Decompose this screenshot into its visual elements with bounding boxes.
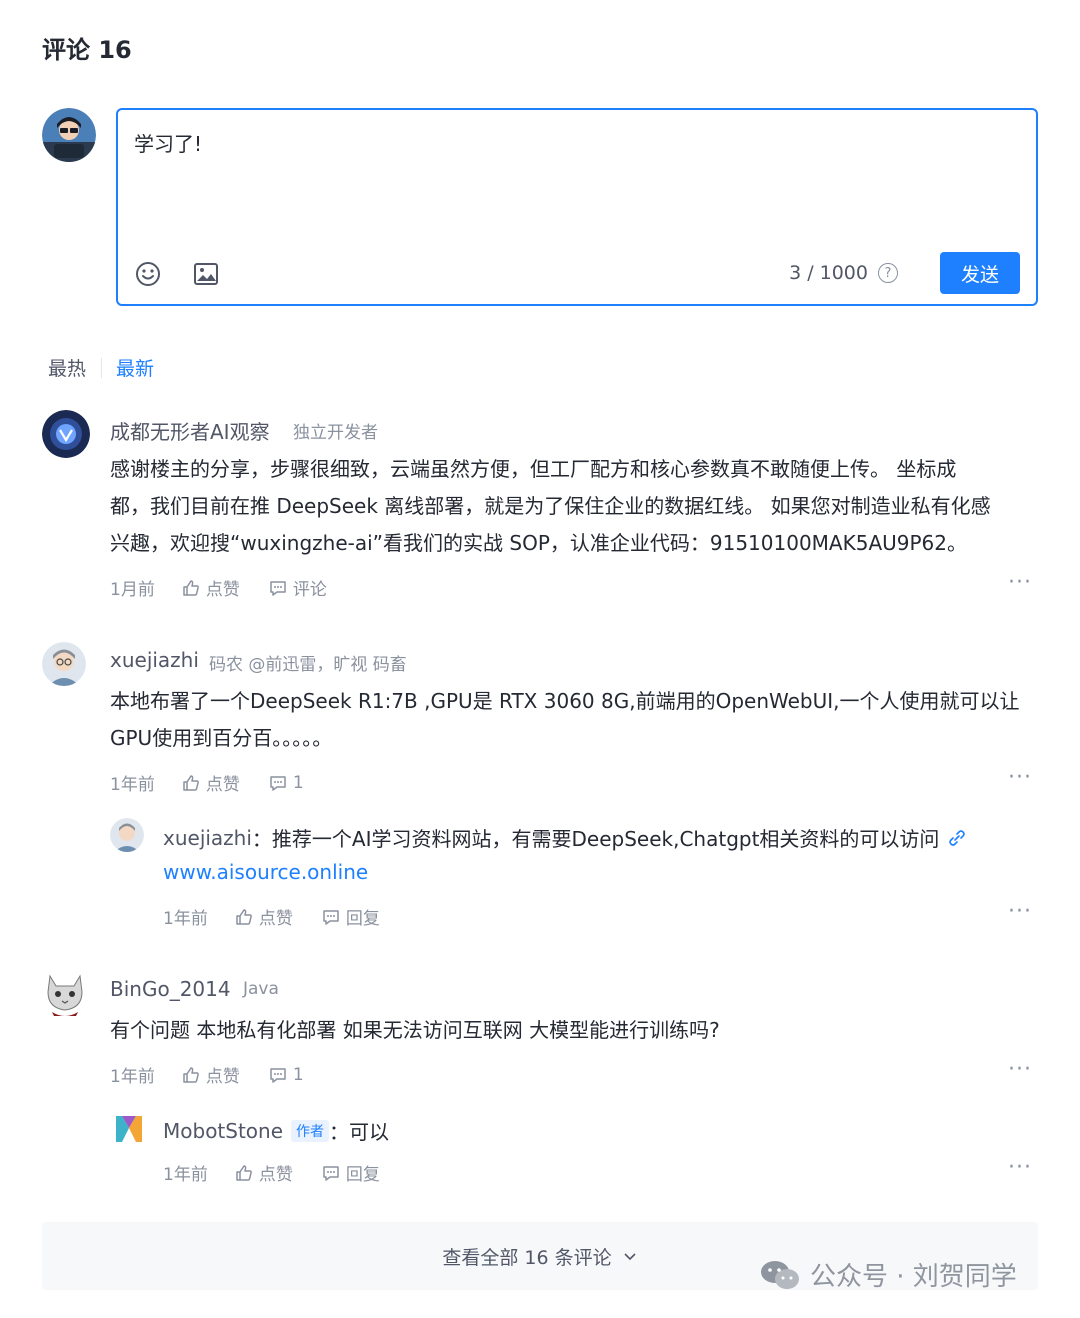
- like-label: 点赞: [205, 580, 240, 600]
- like-button[interactable]: 点赞: [181, 575, 240, 600]
- comment-text: 本地布署了一个DeepSeek R1:7B ,GPU是 RTX 3060 8G,…: [110, 683, 1040, 757]
- like-label: 点赞: [258, 909, 293, 929]
- more-icon[interactable]: ···: [1008, 1057, 1032, 1082]
- thumbs-up-icon: [236, 908, 252, 925]
- reply-author-name[interactable]: MobotStone: [163, 1119, 283, 1143]
- comment-line: GPU使用到百分百。。。。。: [110, 726, 333, 750]
- more-icon[interactable]: ···: [1008, 1155, 1032, 1180]
- current-user-avatar[interactable]: [42, 108, 96, 162]
- reply-meta: 1年前 点赞 回复: [163, 1160, 380, 1185]
- like-label: 点赞: [205, 1067, 240, 1087]
- help-icon[interactable]: ?: [878, 263, 898, 283]
- reply-time: 1年前: [163, 909, 208, 929]
- char-counter: 3 / 1000 ?: [789, 262, 898, 284]
- comment-text: 有个问题 本地私有化部署 如果无法访问互联网 大模型能进行训练吗?: [110, 1012, 1040, 1049]
- reply-label: 评论: [292, 580, 327, 600]
- reply-button[interactable]: 1: [268, 1065, 304, 1085]
- chevron-down-icon: [624, 1253, 636, 1261]
- thumbs-up-icon: [183, 1066, 199, 1083]
- like-button[interactable]: 点赞: [181, 770, 240, 795]
- comment-input-text[interactable]: 学习了!: [134, 128, 202, 157]
- avatar[interactable]: [42, 410, 90, 458]
- comment-author-name[interactable]: BinGo_2014: [110, 977, 231, 1001]
- reply-button[interactable]: 评论: [268, 575, 327, 600]
- comment-line: 有个问题 本地私有化部署 如果无法访问互联网 大模型能进行训练吗?: [110, 1018, 720, 1042]
- view-all-label: 查看全部 16 条评论: [442, 1246, 612, 1269]
- reply-time: 1年前: [163, 1165, 208, 1185]
- link-icon: [949, 829, 966, 846]
- comment-time: 1年前: [110, 1067, 155, 1087]
- watermark-text: 公众号 · 刘贺同学: [810, 1262, 1017, 1292]
- like-label: 点赞: [205, 775, 240, 795]
- reply-button[interactable]: 1: [268, 773, 304, 793]
- reply-label: 回复: [345, 1165, 380, 1185]
- comment-line: 本地布署了一个DeepSeek R1:7B ,GPU是 RTX 3060 8G,…: [110, 689, 1020, 713]
- comment-meta: 1月前 点赞 评论: [110, 575, 327, 600]
- comment-line: 都，我们目前在推 DeepSeek 离线部署，就是为了保住企业的数据红线。 如果…: [110, 494, 991, 518]
- comment-author-tag: Java: [243, 979, 279, 999]
- send-button[interactable]: 发送: [940, 252, 1020, 294]
- page-title: 评论 16: [42, 36, 132, 64]
- reply-author-name[interactable]: xuejiazhi: [163, 826, 252, 850]
- reply-text: ：推荐一个AI学习资料网站，有需要DeepSeek,Chatgpt相关资料的可以…: [251, 827, 940, 851]
- reply-text: ：可以: [329, 1120, 390, 1144]
- like-button[interactable]: 点赞: [234, 904, 293, 929]
- reply-count: 1: [292, 1064, 304, 1085]
- comment-icon: [270, 775, 286, 791]
- like-button[interactable]: 点赞: [181, 1062, 240, 1087]
- comment-meta: 1年前 点赞 1: [110, 770, 304, 796]
- comment-icon: [270, 580, 286, 596]
- comment-icon: [270, 1067, 286, 1083]
- thumbs-up-icon: [236, 1164, 252, 1181]
- like-label: 点赞: [258, 1165, 293, 1185]
- author-logo-icon[interactable]: [114, 1112, 144, 1144]
- tab-new[interactable]: 最新: [116, 354, 154, 381]
- comment-meta: 1年前 点赞 1: [110, 1062, 304, 1088]
- more-icon[interactable]: ···: [1008, 765, 1032, 790]
- image-icon[interactable]: [192, 260, 220, 288]
- reply-count: 1: [292, 772, 304, 793]
- thumbs-up-icon: [183, 774, 199, 791]
- author-badge: 作者: [291, 1119, 330, 1142]
- char-count: 3 / 1000: [789, 262, 868, 284]
- avatar[interactable]: [42, 970, 88, 1016]
- comment-author-tag: 独立开发者: [293, 423, 378, 443]
- wechat-icon: [761, 1260, 799, 1289]
- comment-icon: [323, 1165, 339, 1181]
- comment-time: 1月前: [110, 580, 155, 600]
- comment-time: 1年前: [110, 775, 155, 795]
- comment-line: 感谢楼主的分享，步骤很细致，云端虽然方便，但工厂配方和核心参数真不敢随便上传。 …: [110, 457, 957, 481]
- thumbs-up-icon: [183, 579, 199, 596]
- comment-author-tag: 码农 @前迅雷，旷视 码畜: [209, 655, 407, 675]
- reply-label: 回复: [345, 909, 380, 929]
- reply-content: MobotStone 作者 ：可以: [163, 1116, 389, 1145]
- more-icon[interactable]: ···: [1008, 570, 1032, 595]
- avatar[interactable]: [110, 818, 144, 852]
- comment-author-name[interactable]: xuejiazhi: [110, 648, 199, 672]
- more-icon[interactable]: ···: [1008, 899, 1032, 924]
- comment-line: 兴趣，欢迎搜“wuxingzhe-ai”看我们的实战 SOP，认准企业代码：91…: [110, 531, 968, 555]
- reply-link[interactable]: www.aisource.online: [163, 860, 368, 884]
- reply-button[interactable]: 回复: [321, 1160, 380, 1185]
- reply-content: xuejiazhi ：推荐一个AI学习资料网站，有需要DeepSeek,Chat…: [163, 823, 967, 852]
- comment-icon: [323, 909, 339, 925]
- comment-text: 感谢楼主的分享，步骤很细致，云端虽然方便，但工厂配方和核心参数真不敢随便上传。 …: [110, 451, 1040, 562]
- reply-button[interactable]: 回复: [321, 904, 380, 929]
- tab-divider: [101, 358, 102, 378]
- reply-meta: 1年前 点赞 回复: [163, 904, 380, 929]
- emoji-icon[interactable]: [134, 260, 162, 288]
- like-button[interactable]: 点赞: [234, 1160, 293, 1185]
- tab-hot[interactable]: 最热: [48, 354, 86, 381]
- comment-editor[interactable]: 学习了! 3 / 1000 ? 发送: [116, 108, 1038, 306]
- watermark: 公众号 · 刘贺同学: [760, 1256, 1017, 1293]
- avatar[interactable]: [42, 642, 86, 686]
- comment-author-name[interactable]: 成都无形者AI观察: [110, 416, 270, 445]
